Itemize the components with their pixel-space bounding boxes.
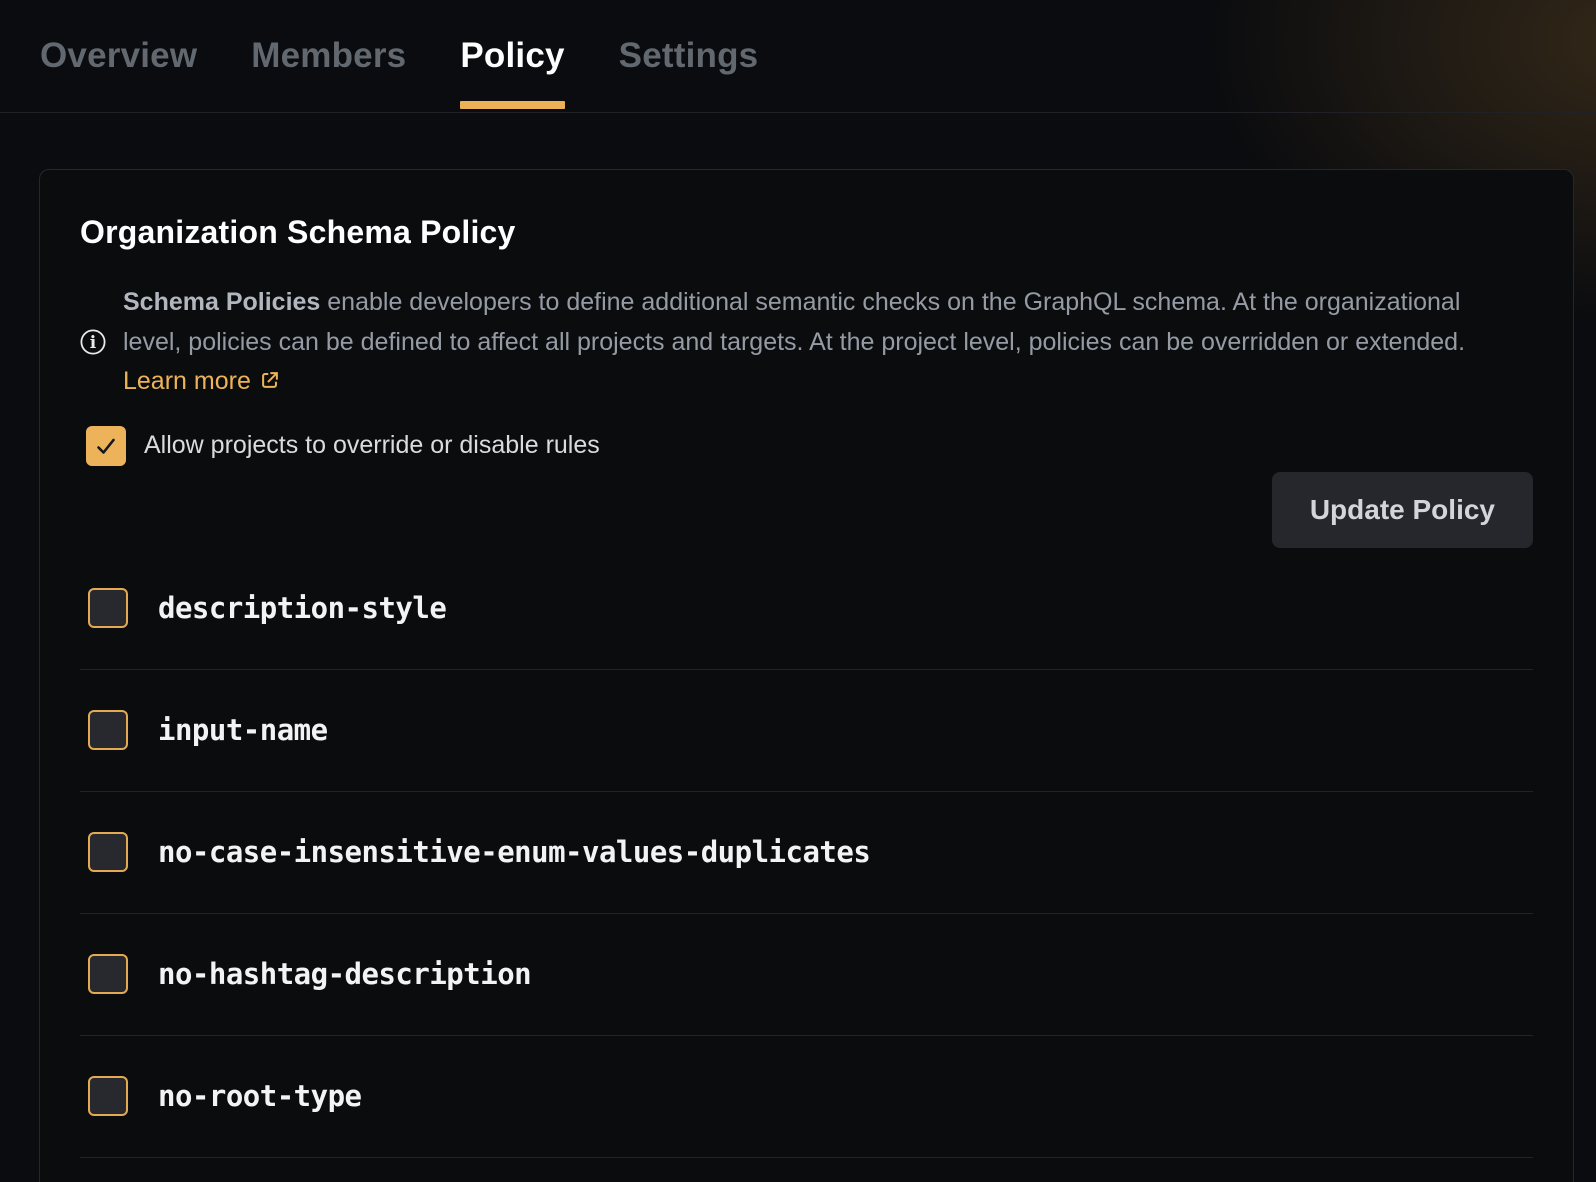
rule-checkbox-no-case-insensitive-enum-values-duplicates[interactable] — [88, 832, 128, 872]
rule-name: no-hashtag-description — [158, 957, 531, 991]
external-link-icon — [259, 369, 281, 391]
tab-members-label: Members — [251, 36, 406, 76]
learn-more-label: Learn more — [123, 367, 251, 395]
page-title: Organization Schema Policy — [80, 214, 1533, 251]
policy-description: Schema Policies enable developers to def… — [123, 283, 1505, 402]
svg-text:i: i — [90, 333, 97, 353]
allow-override-row: Allow projects to override or disable ru… — [80, 426, 1533, 466]
rule-checkbox-input-name[interactable] — [88, 710, 128, 750]
check-icon — [93, 433, 119, 459]
tab-overview[interactable]: Overview — [40, 0, 197, 112]
top-navigation: Overview Members Policy Settings — [0, 0, 1596, 113]
tab-overview-label: Overview — [40, 36, 197, 76]
rule-row-description-style: description-style — [80, 548, 1533, 670]
rule-row-no-root-type: no-root-type — [80, 1036, 1533, 1158]
rule-row-input-name: input-name — [80, 670, 1533, 792]
tab-settings[interactable]: Settings — [619, 0, 759, 112]
schema-policy-card: Organization Schema Policy i Schema Poli… — [39, 169, 1574, 1182]
rule-row-no-case-insensitive-enum-values-duplicates: no-case-insensitive-enum-values-duplicat… — [80, 792, 1533, 914]
rule-name: no-root-type — [158, 1079, 362, 1113]
tab-policy[interactable]: Policy — [460, 0, 564, 112]
info-icon: i — [80, 329, 106, 355]
policy-description-lead: Schema Policies — [123, 288, 320, 316]
rule-checkbox-no-hashtag-description[interactable] — [88, 954, 128, 994]
tab-settings-label: Settings — [619, 36, 759, 76]
rule-checkbox-no-root-type[interactable] — [88, 1076, 128, 1116]
allow-override-checkbox[interactable] — [86, 426, 126, 466]
rule-name: input-name — [158, 713, 328, 747]
tab-policy-label: Policy — [460, 36, 564, 76]
rules-list: description-style input-name no-case-ins… — [80, 548, 1533, 1158]
policy-description-body: enable developers to define additional s… — [123, 288, 1465, 356]
rule-name: no-case-insensitive-enum-values-duplicat… — [158, 835, 870, 869]
tab-members[interactable]: Members — [251, 0, 406, 112]
rule-checkbox-description-style[interactable] — [88, 588, 128, 628]
rule-row-no-hashtag-description: no-hashtag-description — [80, 914, 1533, 1036]
allow-override-label[interactable]: Allow projects to override or disable ru… — [144, 431, 600, 460]
learn-more-link[interactable]: Learn more — [123, 367, 281, 395]
policy-info-callout: i Schema Policies enable developers to d… — [80, 283, 1533, 402]
actions-row: Update Policy — [80, 472, 1533, 548]
update-policy-button[interactable]: Update Policy — [1272, 472, 1533, 548]
rule-name: description-style — [158, 591, 446, 625]
